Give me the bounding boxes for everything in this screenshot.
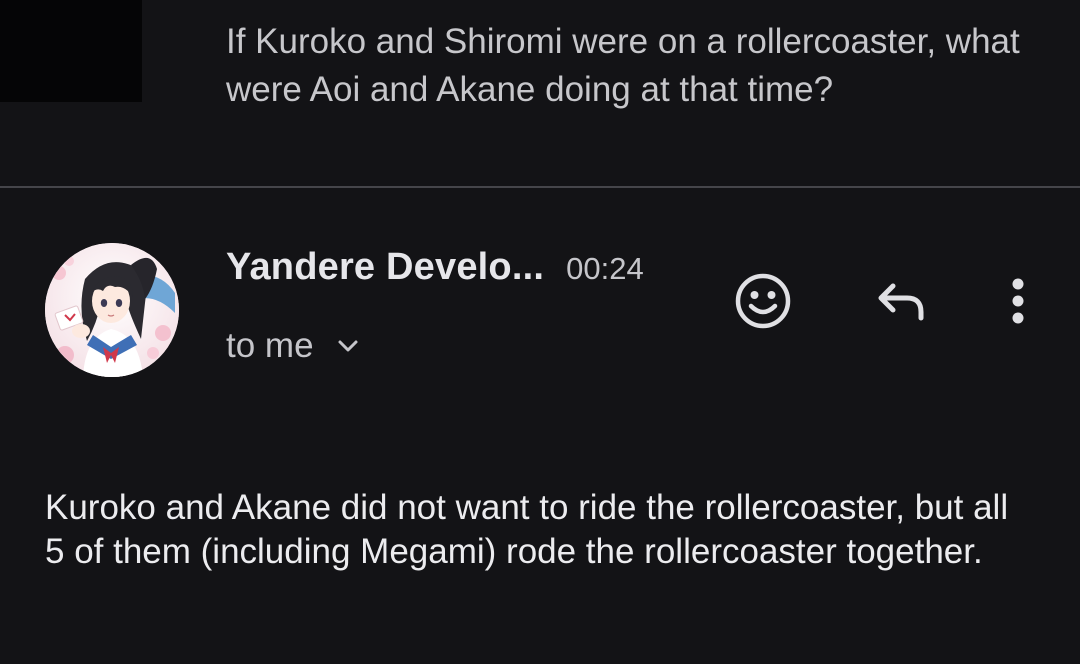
add-reaction-button[interactable] — [727, 265, 799, 337]
sender-row: Yandere Develo... 00:24 — [226, 246, 644, 298]
recipient-label: to me — [226, 326, 314, 365]
more-vertical-icon — [1012, 278, 1024, 324]
chevron-down-icon — [338, 340, 358, 352]
sender-name[interactable]: Yandere Develo... — [226, 246, 544, 289]
recipient-details-toggle[interactable]: to me — [226, 322, 362, 370]
avatar-illustration — [45, 243, 179, 377]
message-body: Kuroko and Akane did not want to ride th… — [45, 488, 1009, 571]
message-time: 00:24 — [566, 251, 644, 286]
email-thread-view: If Kuroko and Shiromi were on a rollerco… — [0, 0, 1080, 664]
reply-button[interactable] — [864, 265, 936, 337]
previous-message-text: If Kuroko and Shiromi were on a rollerco… — [226, 22, 1020, 109]
smiley-face-icon — [735, 273, 791, 329]
more-options-button[interactable] — [982, 265, 1054, 337]
message-divider — [0, 186, 1080, 188]
reply-arrow-icon — [878, 283, 924, 321]
previous-sender-avatar — [0, 0, 142, 102]
avatar[interactable] — [45, 243, 179, 377]
